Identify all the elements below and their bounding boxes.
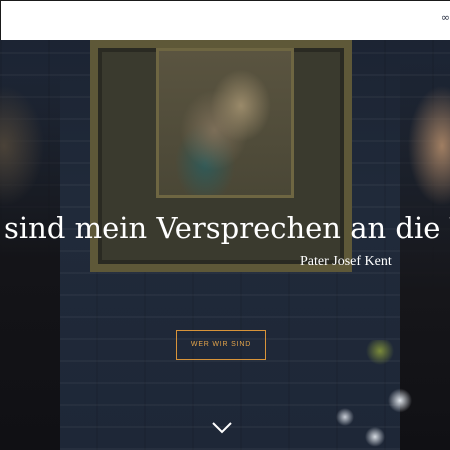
hero-quote-author: Pater Josef Kent: [300, 254, 392, 269]
logo-mark-icon[interactable]: ∞: [440, 13, 450, 23]
top-navigation-bar: ∞: [0, 0, 450, 40]
who-we-are-button[interactable]: WER WIR SIND: [176, 330, 266, 360]
hero-section: sind mein Versprechen an die W Pater Jos…: [0, 40, 450, 450]
flowers-image: [320, 340, 420, 450]
madonna-painting: [156, 48, 294, 198]
hero-quote: sind mein Versprechen an die W: [4, 211, 450, 245]
person-left-image: [0, 70, 60, 450]
chevron-down-icon[interactable]: [211, 420, 233, 436]
